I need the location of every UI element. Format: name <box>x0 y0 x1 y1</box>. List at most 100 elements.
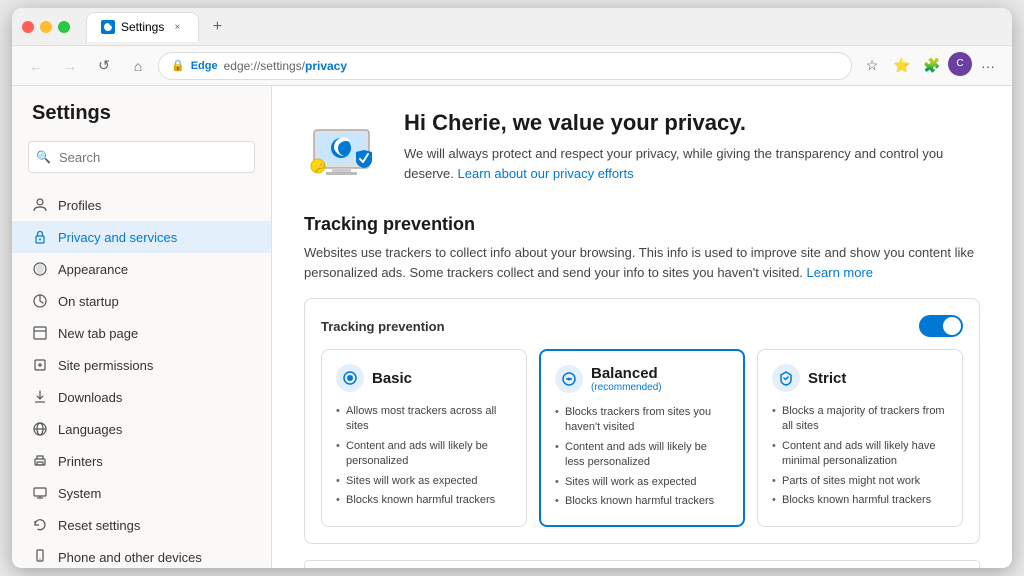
tracking-card: Tracking prevention <box>304 298 980 544</box>
profiles-icon <box>32 197 48 213</box>
strict-bullet-4: Blocks known harmful trackers <box>772 491 948 510</box>
basic-bullet-4: Blocks known harmful trackers <box>336 491 512 510</box>
search-box: 🔍 <box>28 141 255 173</box>
content-area: 🔑 Hi Cherie, we value your privacy. We w… <box>272 86 1012 568</box>
balanced-bullet-4: Blocks known harmful trackers <box>555 492 729 511</box>
privacy-illustration: 🔑 <box>304 110 384 190</box>
privacy-icon <box>32 229 48 245</box>
startup-icon <box>32 293 48 309</box>
option-basic[interactable]: Basic Allows most trackers across all si… <box>321 349 527 527</box>
sidebar-item-startup[interactable]: On startup <box>12 285 271 317</box>
option-basic-header: Basic <box>336 364 512 392</box>
tracking-desc: Websites use trackers to collect info ab… <box>304 243 980 282</box>
extensions-icon[interactable]: 🧩 <box>918 52 946 80</box>
basic-bullets: Allows most trackers across all sites Co… <box>336 402 512 510</box>
option-strict[interactable]: Strict Blocks a majority of trackers fro… <box>757 349 963 527</box>
option-balanced[interactable]: Balanced (recommended) Blocks trackers f… <box>539 349 745 527</box>
permissions-label: Site permissions <box>58 358 153 373</box>
minimize-window-button[interactable] <box>40 21 52 33</box>
greeting-desc: We will always protect and respect your … <box>404 144 980 183</box>
address-input[interactable]: 🔒 Edge edge://settings/privacy <box>158 52 852 80</box>
tab-close-button[interactable]: × <box>170 20 184 34</box>
address-bar: ← → ↺ ⌂ 🔒 Edge edge://settings/privacy ☆… <box>12 46 1012 86</box>
collections-icon[interactable]: ⭐ <box>888 52 916 80</box>
sidebar-item-profiles[interactable]: Profiles <box>12 189 271 221</box>
profile-avatar[interactable]: C <box>948 52 972 76</box>
tab-favicon <box>101 20 115 34</box>
reset-icon <box>32 517 48 533</box>
sidebar-title: Settings <box>12 102 271 141</box>
sidebar-item-languages[interactable]: Languages <box>12 413 271 445</box>
tracking-card-header: Tracking prevention <box>321 315 963 337</box>
forward-button[interactable]: → <box>56 52 84 80</box>
tab-bar: Settings × + <box>86 12 1002 42</box>
title-bar: Settings × + <box>12 8 1012 46</box>
strict-bullet-2: Content and ads will likely have minimal… <box>772 437 948 472</box>
strict-icon <box>772 364 800 392</box>
profiles-label: Profiles <box>58 198 101 213</box>
basic-bullet-1: Allows most trackers across all sites <box>336 402 512 437</box>
basic-bullet-3: Sites will work as expected <box>336 472 512 491</box>
sidebar-item-appearance[interactable]: Appearance <box>12 253 271 285</box>
sidebar-item-privacy[interactable]: Privacy and services <box>12 221 271 253</box>
sidebar-item-permissions[interactable]: Site permissions <box>12 349 271 381</box>
option-strict-header: Strict <box>772 364 948 392</box>
sidebar-item-system[interactable]: System <box>12 477 271 509</box>
sidebar-item-newtab[interactable]: New tab page <box>12 317 271 349</box>
main-content: Settings 🔍 Profiles Privacy and services <box>12 86 1012 568</box>
edge-label: Edge <box>191 60 218 72</box>
phone-label: Phone and other devices <box>58 550 202 565</box>
learn-privacy-link[interactable]: Learn about our privacy efforts <box>458 166 634 181</box>
languages-icon <box>32 421 48 437</box>
maximize-window-button[interactable] <box>58 21 70 33</box>
home-button[interactable]: ⌂ <box>124 52 152 80</box>
balanced-bullet-1: Blocks trackers from sites you haven't v… <box>555 403 729 438</box>
sidebar-item-reset[interactable]: Reset settings <box>12 509 271 541</box>
strict-bullets: Blocks a majority of trackers from all s… <box>772 402 948 510</box>
sidebar-item-printers[interactable]: Printers <box>12 445 271 477</box>
lock-icon: 🔒 <box>171 59 185 72</box>
svg-text:🔑: 🔑 <box>314 161 325 173</box>
search-input[interactable] <box>28 141 255 173</box>
tracking-learn-link[interactable]: Learn more <box>807 265 873 280</box>
blocked-trackers-item[interactable]: Blocked trackers View the sites that hav… <box>304 560 980 568</box>
balanced-bullet-3: Sites will work as expected <box>555 473 729 492</box>
tracking-section: Tracking prevention Websites use tracker… <box>304 214 980 568</box>
new-tab-button[interactable]: + <box>203 13 231 41</box>
strict-title: Strict <box>808 370 846 387</box>
privacy-text: Hi Cherie, we value your privacy. We wil… <box>404 110 980 183</box>
option-balanced-header: Balanced (recommended) <box>555 365 729 393</box>
system-icon <box>32 485 48 501</box>
traffic-lights <box>22 21 70 33</box>
favorites-icon[interactable]: ☆ <box>858 52 886 80</box>
basic-title: Basic <box>372 370 412 387</box>
basic-icon <box>336 364 364 392</box>
printers-label: Printers <box>58 454 103 469</box>
tracking-options: Basic Allows most trackers across all si… <box>321 349 963 527</box>
strict-bullet-3: Parts of sites might not work <box>772 472 948 491</box>
basic-bullet-2: Content and ads will likely be personali… <box>336 437 512 472</box>
languages-label: Languages <box>58 422 122 437</box>
toggle-thumb <box>943 317 961 335</box>
tracking-toggle[interactable] <box>919 315 963 337</box>
phone-icon <box>32 549 48 565</box>
strict-bullet-1: Blocks a majority of trackers from all s… <box>772 402 948 437</box>
downloads-label: Downloads <box>58 390 122 405</box>
search-icon: 🔍 <box>36 150 51 164</box>
back-button[interactable]: ← <box>22 52 50 80</box>
newtab-icon <box>32 325 48 341</box>
appearance-icon <box>32 261 48 277</box>
close-window-button[interactable] <box>22 21 34 33</box>
sidebar-item-phone[interactable]: Phone and other devices <box>12 541 271 568</box>
more-menu-icon[interactable]: ··· <box>974 52 1002 80</box>
privacy-label: Privacy and services <box>58 230 177 245</box>
refresh-button[interactable]: ↺ <box>90 52 118 80</box>
downloads-icon <box>32 389 48 405</box>
newtab-label: New tab page <box>58 326 138 341</box>
sidebar-item-downloads[interactable]: Downloads <box>12 381 271 413</box>
system-label: System <box>58 486 101 501</box>
permissions-icon <box>32 357 48 373</box>
privacy-header: 🔑 Hi Cherie, we value your privacy. We w… <box>304 110 980 190</box>
balanced-bullet-2: Content and ads will likely be less pers… <box>555 438 729 473</box>
settings-tab[interactable]: Settings × <box>86 12 199 42</box>
